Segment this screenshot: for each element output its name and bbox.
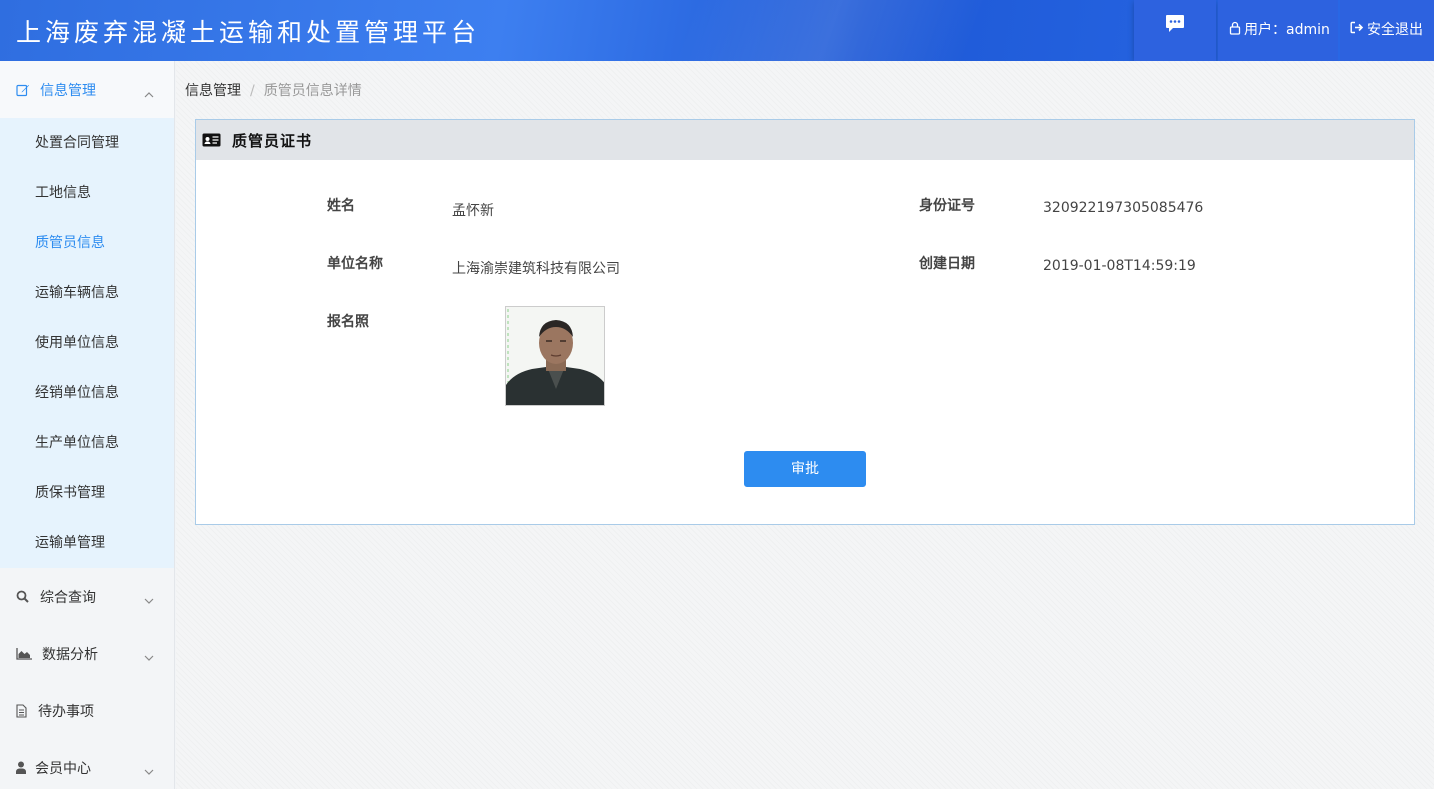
name-label: 姓名 bbox=[327, 198, 355, 214]
panel-header: 质管员证书 bbox=[196, 120, 1414, 160]
created-date-label: 创建日期 bbox=[919, 256, 975, 272]
menu-group-info-management[interactable]: 信息管理 bbox=[0, 61, 174, 118]
menu-group-analysis[interactable]: 数据分析 bbox=[0, 625, 174, 682]
sidebar-item-producer-unit[interactable]: 生产单位信息 bbox=[0, 418, 174, 468]
user-icon bbox=[16, 761, 27, 774]
main-content: 信息管理 / 质管员信息详情 质管员证书 姓名 孟怀新 身份证号 320922197… bbox=[176, 61, 1434, 789]
search-icon bbox=[16, 590, 32, 603]
header-decoration bbox=[480, 0, 1180, 61]
sidebar-item-site[interactable]: 工地信息 bbox=[0, 168, 174, 218]
lock-user-icon bbox=[1229, 19, 1244, 39]
menu-group-todo[interactable]: 待办事项 bbox=[0, 682, 174, 739]
created-date-value: 2019-01-08T14:59:19 bbox=[1043, 258, 1196, 274]
menu-group-member[interactable]: 会员中心 bbox=[0, 739, 174, 789]
message-button[interactable] bbox=[1134, 0, 1216, 61]
breadcrumb: 信息管理 / 质管员信息详情 bbox=[185, 80, 362, 100]
panel-title: 质管员证书 bbox=[232, 131, 313, 150]
applicant-photo bbox=[505, 306, 605, 406]
file-icon bbox=[16, 703, 30, 718]
menu-group-label: 会员中心 bbox=[35, 760, 91, 777]
area-chart-icon bbox=[16, 647, 34, 660]
chevron-down-icon bbox=[144, 593, 154, 609]
submenu-info-management: 处置合同管理 工地信息 质管员信息 运输车辆信息 使用单位信息 经销单位信息 生… bbox=[0, 118, 174, 568]
sidebar-item-vehicle[interactable]: 运输车辆信息 bbox=[0, 268, 174, 318]
inspector-certificate-panel: 质管员证书 姓名 孟怀新 身份证号 320922197305085476 单位名… bbox=[195, 119, 1415, 525]
menu-group-query[interactable]: 综合查询 bbox=[0, 568, 174, 625]
sidebar-item-contract[interactable]: 处置合同管理 bbox=[0, 118, 174, 168]
approve-button[interactable]: 审批 bbox=[744, 451, 866, 487]
top-header: 上海废弃混凝土运输和处置管理平台 用户：admin 安全退出 bbox=[0, 0, 1434, 61]
id-card-icon bbox=[202, 133, 221, 147]
sidebar-item-quality-inspector[interactable]: 质管员信息 bbox=[0, 218, 174, 268]
message-icon bbox=[1165, 14, 1185, 37]
sidebar-item-transport-order[interactable]: 运输单管理 bbox=[0, 518, 174, 568]
app-title: 上海废弃混凝土运输和处置管理平台 bbox=[16, 18, 481, 47]
unit-name-value: 上海渝崇建筑科技有限公司 bbox=[452, 261, 620, 277]
menu-group-label: 综合查询 bbox=[40, 589, 96, 606]
id-number-label: 身份证号 bbox=[919, 198, 975, 214]
logout-button[interactable]: 安全退出 bbox=[1340, 0, 1434, 61]
menu-group-label: 信息管理 bbox=[40, 82, 96, 99]
name-value: 孟怀新 bbox=[452, 203, 494, 219]
sidebar-item-user-unit[interactable]: 使用单位信息 bbox=[0, 318, 174, 368]
photo-label: 报名照 bbox=[327, 314, 369, 330]
menu-group-label: 待办事项 bbox=[38, 703, 94, 720]
sidebar: 信息管理 处置合同管理 工地信息 质管员信息 运输车辆信息 使用单位信息 经销单… bbox=[0, 61, 175, 789]
id-number-value: 320922197305085476 bbox=[1043, 200, 1204, 216]
sign-out-icon bbox=[1350, 19, 1367, 38]
breadcrumb-current: 质管员信息详情 bbox=[263, 83, 362, 99]
user-text: 用户：admin bbox=[1244, 22, 1330, 38]
unit-name-label: 单位名称 bbox=[327, 256, 383, 272]
edit-icon bbox=[16, 83, 32, 97]
breadcrumb-parent[interactable]: 信息管理 bbox=[185, 83, 241, 99]
chevron-up-icon bbox=[144, 86, 154, 102]
menu-group-label: 数据分析 bbox=[42, 646, 98, 663]
chevron-down-icon bbox=[144, 764, 154, 780]
sidebar-item-dealer-unit[interactable]: 经销单位信息 bbox=[0, 368, 174, 418]
current-user[interactable]: 用户：admin bbox=[1218, 0, 1338, 61]
chevron-down-icon bbox=[144, 650, 154, 666]
sidebar-item-warranty[interactable]: 质保书管理 bbox=[0, 468, 174, 518]
breadcrumb-separator: / bbox=[250, 83, 255, 99]
logout-label: 安全退出 bbox=[1367, 22, 1423, 38]
